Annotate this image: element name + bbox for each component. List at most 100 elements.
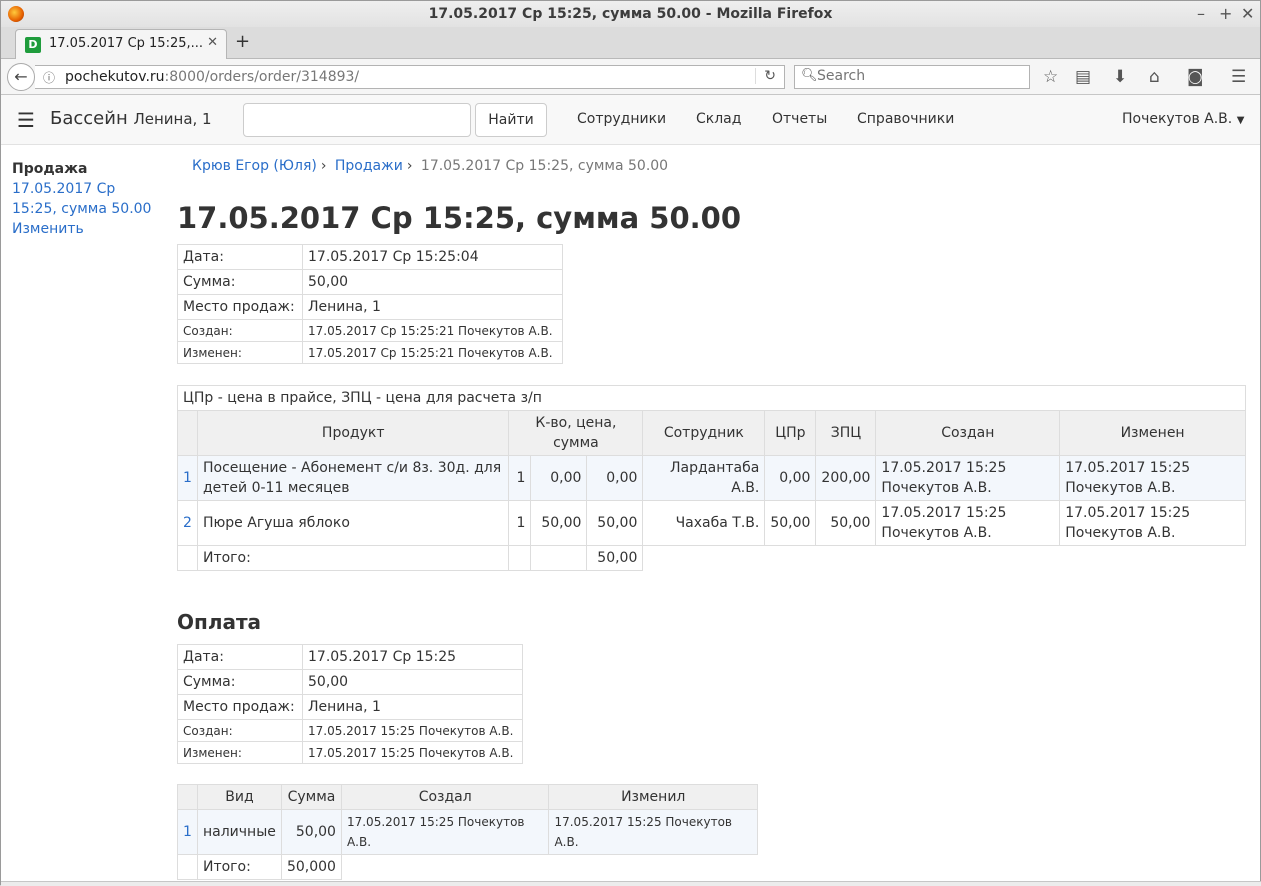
- app-search-input[interactable]: [243, 103, 471, 137]
- payment-date-label: Дата:: [177, 644, 303, 670]
- find-button[interactable]: Найти: [475, 103, 547, 137]
- url-text[interactable]: pochekutov.ru:8000/orders/order/314893/: [65, 69, 359, 85]
- menu-warehouse[interactable]: Склад: [696, 111, 741, 127]
- menu-employees[interactable]: Сотрудники: [577, 111, 666, 127]
- menu-directories[interactable]: Справочники: [857, 111, 954, 127]
- browser-window: 17.05.2017 Ср 15:25, сумма 50.00 - Mozil…: [0, 0, 1261, 886]
- sum-value: 50,00: [302, 269, 563, 295]
- browser-search-bar[interactable]: 🔍︎: [794, 65, 1030, 89]
- row-cpr: 0,00: [764, 455, 817, 501]
- payment-title: Оплата: [177, 610, 262, 634]
- row-sum: 0,00: [586, 455, 644, 501]
- changed-value: 17.05.2017 Ср 15:25:21 Почекутов А.В.: [302, 341, 563, 364]
- row-created: 17.05.2017 15:25 Почекутов А.В.: [875, 455, 1061, 501]
- maximize-icon[interactable]: +: [1219, 1, 1232, 27]
- breadcrumb-current: 17.05.2017 Ср 15:25, сумма 50.00: [420, 158, 669, 174]
- row-cpr: 50,00: [764, 500, 817, 546]
- reading-list-icon[interactable]: ▤: [1075, 67, 1091, 87]
- row-zpc: 200,00: [815, 455, 877, 501]
- total-row: Итого: 50,00: [177, 545, 1246, 571]
- hamburger-icon[interactable]: ☰: [17, 108, 35, 132]
- row-product: Посещение - Абонемент с/и 8з. 30д. для д…: [196, 455, 510, 501]
- items-table: ЦПр - цена в прайсе, ЗПЦ - цена для расч…: [177, 385, 1246, 571]
- tab-bar: D 17.05.2017 Ср 15:25,... ✕ +: [1, 27, 1260, 59]
- close-window-icon[interactable]: ✕: [1241, 1, 1254, 27]
- brand[interactable]: Бассейн Ленина, 1: [50, 108, 212, 129]
- page-title: 17.05.2017 Ср 15:25, сумма 50.00: [177, 201, 742, 235]
- pay-total-value: 50,000: [280, 854, 342, 880]
- breadcrumb-separator: ›: [406, 158, 413, 174]
- col-zpc-header: ЗПЦ: [815, 410, 877, 456]
- favicon-d-icon: D: [25, 37, 41, 53]
- back-arrow-icon[interactable]: ←: [7, 63, 35, 91]
- new-tab-icon[interactable]: +: [235, 31, 250, 52]
- sum-label: Сумма:: [177, 269, 303, 295]
- star-icon[interactable]: ☆: [1043, 67, 1058, 87]
- pay-row-created: 17.05.2017 15:25 Почекутов А.В.: [340, 809, 550, 855]
- payment-changed-value: 17.05.2017 15:25 Почекутов А.В.: [302, 741, 523, 764]
- payment-info-table: Дата: 17.05.2017 Ср 15:25 Сумма: 50,00 Мес…: [177, 644, 523, 764]
- browser-search-input[interactable]: [817, 68, 1017, 84]
- row-created: 17.05.2017 15:25 Почекутов А.В.: [875, 500, 1061, 546]
- status-bar: [1, 881, 1261, 886]
- date-value: 17.05.2017 Ср 15:25:04: [302, 244, 563, 270]
- sidebar-link-order[interactable]: 17.05.2017 Ср 15:25, сумма 50.00: [12, 179, 162, 219]
- home-icon[interactable]: ⌂: [1149, 67, 1160, 87]
- pay-col-changed-header: Изменил: [548, 784, 758, 810]
- pay-row-link[interactable]: 1: [183, 824, 192, 840]
- menu-icon[interactable]: ☰: [1231, 67, 1246, 87]
- tab-title: 17.05.2017 Ср 15:25,...: [49, 36, 204, 51]
- sidebar-title: Продажа: [12, 161, 88, 177]
- user-menu[interactable]: Почекутов А.В. ▼: [1122, 111, 1244, 127]
- window-title: 17.05.2017 Ср 15:25, сумма 50.00 - Mozil…: [428, 6, 833, 22]
- payment-date-value: 17.05.2017 Ср 15:25: [302, 644, 523, 670]
- pay-row-kind: наличные: [196, 809, 282, 855]
- download-icon[interactable]: ⬇: [1113, 67, 1127, 87]
- info-icon[interactable]: ⓘ: [43, 69, 55, 86]
- row-link[interactable]: 1: [183, 470, 192, 486]
- row-qty: 1: [508, 500, 532, 546]
- row-price: 0,00: [530, 455, 588, 501]
- row-sum: 50,00: [586, 500, 644, 546]
- payment-sum-label: Сумма:: [177, 669, 303, 695]
- window-titlebar: 17.05.2017 Ср 15:25, сумма 50.00 - Mozil…: [1, 1, 1260, 27]
- breadcrumb-sales[interactable]: Продажи: [335, 158, 403, 174]
- pay-row-changed: 17.05.2017 15:25 Почекутов А.В.: [548, 809, 758, 855]
- col-product-header: Продукт: [196, 410, 510, 456]
- col-changed-header: Изменен: [1059, 410, 1246, 456]
- created-label: Создан:: [177, 319, 303, 342]
- row-price: 50,00: [530, 500, 588, 546]
- pay-col-created-header: Создал: [340, 784, 550, 810]
- row-qty: 1: [508, 455, 532, 501]
- tab-order[interactable]: D 17.05.2017 Ср 15:25,... ✕: [15, 29, 227, 59]
- close-tab-icon[interactable]: ✕: [207, 35, 218, 50]
- total-value: 50,00: [586, 545, 644, 571]
- caret-down-icon: ▼: [1236, 115, 1245, 126]
- col-qty-price-sum-header: К-во, цена, сумма: [508, 410, 644, 456]
- payment-place-value: Ленина, 1: [302, 694, 523, 720]
- payments-table: Вид Сумма Создал Изменил 1 наличные 50,0…: [177, 784, 758, 880]
- menu-reports[interactable]: Отчеты: [772, 111, 827, 127]
- place-label: Место продаж:: [177, 294, 303, 320]
- pocket-icon[interactable]: ◙: [1187, 67, 1204, 87]
- col-created-header: Создан: [875, 410, 1061, 456]
- breadcrumb-client[interactable]: Крюв Егор (Юля): [192, 158, 317, 174]
- app-navbar: ☰ Бассейн Ленина, 1 Найти Сотрудники Скл…: [1, 95, 1260, 145]
- url-bar[interactable]: ⓘ pochekutov.ru:8000/orders/order/314893…: [35, 65, 785, 89]
- search-icon: 🔍︎: [801, 68, 818, 83]
- pay-row-sum: 50,00: [280, 809, 342, 855]
- created-value: 17.05.2017 Ср 15:25:21 Почекутов А.В.: [302, 319, 563, 342]
- sidebar: Продажа 17.05.2017 Ср 15:25, сумма 50.00 …: [12, 159, 162, 239]
- reload-icon[interactable]: ↻: [755, 68, 776, 84]
- pay-col-sum-header: Сумма: [280, 784, 342, 810]
- place-value: Ленина, 1: [302, 294, 563, 320]
- row-link[interactable]: 2: [183, 515, 192, 531]
- sidebar-link-edit[interactable]: Изменить: [12, 219, 162, 239]
- payment-created-value: 17.05.2017 15:25 Почекутов А.В.: [302, 719, 523, 742]
- firefox-icon: [8, 6, 24, 22]
- minimize-icon[interactable]: –: [1197, 1, 1205, 27]
- row-changed: 17.05.2017 15:25 Почекутов А.В.: [1059, 500, 1246, 546]
- breadcrumb-separator: ›: [320, 158, 327, 174]
- changed-label: Изменен:: [177, 341, 303, 364]
- row-product: Пюре Агуша яблоко: [196, 500, 510, 546]
